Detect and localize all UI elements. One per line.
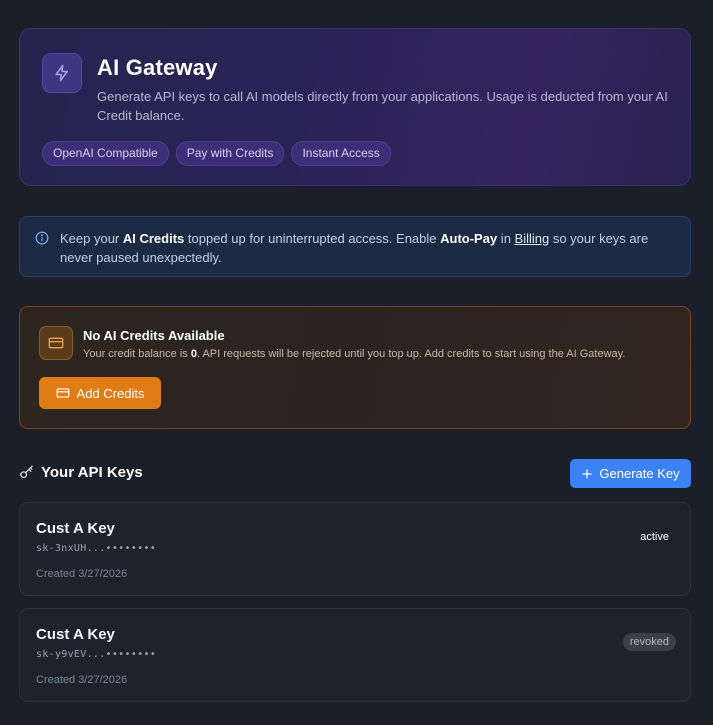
status-badge: active [640, 531, 669, 543]
api-key-card[interactable]: Cust A Key sk-3nxUH...•••••••• Created 3… [19, 502, 691, 596]
key-icon [20, 465, 33, 479]
key-name: Cust A Key [36, 520, 115, 537]
feature-chips: OpenAI Compatible Pay with Credits Insta… [42, 141, 391, 166]
key-name: Cust A Key [36, 626, 115, 643]
plus-icon [582, 468, 593, 479]
credit-card-icon [39, 326, 73, 360]
chip-instant-access: Instant Access [291, 141, 391, 166]
chip-openai-compatible: OpenAI Compatible [42, 141, 169, 166]
generate-key-button[interactable]: Generate Key [570, 459, 691, 488]
chip-pay-with-credits: Pay with Credits [175, 141, 285, 166]
page-title: AI Gateway [97, 55, 218, 80]
warning-description: Your credit balance is 0. API requests w… [83, 348, 626, 360]
info-banner: Keep your AI Credits topped up for unint… [19, 216, 691, 277]
api-keys-heading: Your API Keys [19, 464, 143, 481]
key-created-date: Created 3/27/2026 [36, 568, 128, 580]
no-credits-warning: No AI Credits Available Your credit bala… [19, 306, 691, 429]
key-value: sk-y9vEV...•••••••• [36, 649, 157, 660]
lightning-icon [42, 53, 82, 93]
hero-description: Generate API keys to call AI models dire… [97, 89, 668, 123]
add-credits-button[interactable]: Add Credits [39, 377, 161, 409]
status-badge: revoked [622, 633, 676, 651]
info-text: Keep your AI Credits topped up for unint… [60, 231, 649, 265]
warning-title: No AI Credits Available [83, 328, 225, 343]
info-icon [35, 231, 49, 250]
key-created-date: Created 3/27/2026 [36, 674, 128, 686]
page: AI Gateway Generate API keys to call AI … [19, 28, 691, 702]
api-key-card[interactable]: Cust A Key sk-y9vEV...•••••••• Created 3… [19, 608, 691, 702]
billing-link[interactable]: Billing [515, 231, 550, 246]
key-value: sk-3nxUH...•••••••• [36, 543, 157, 554]
hero-card: AI Gateway Generate API keys to call AI … [19, 28, 691, 186]
credit-card-icon [56, 388, 69, 398]
